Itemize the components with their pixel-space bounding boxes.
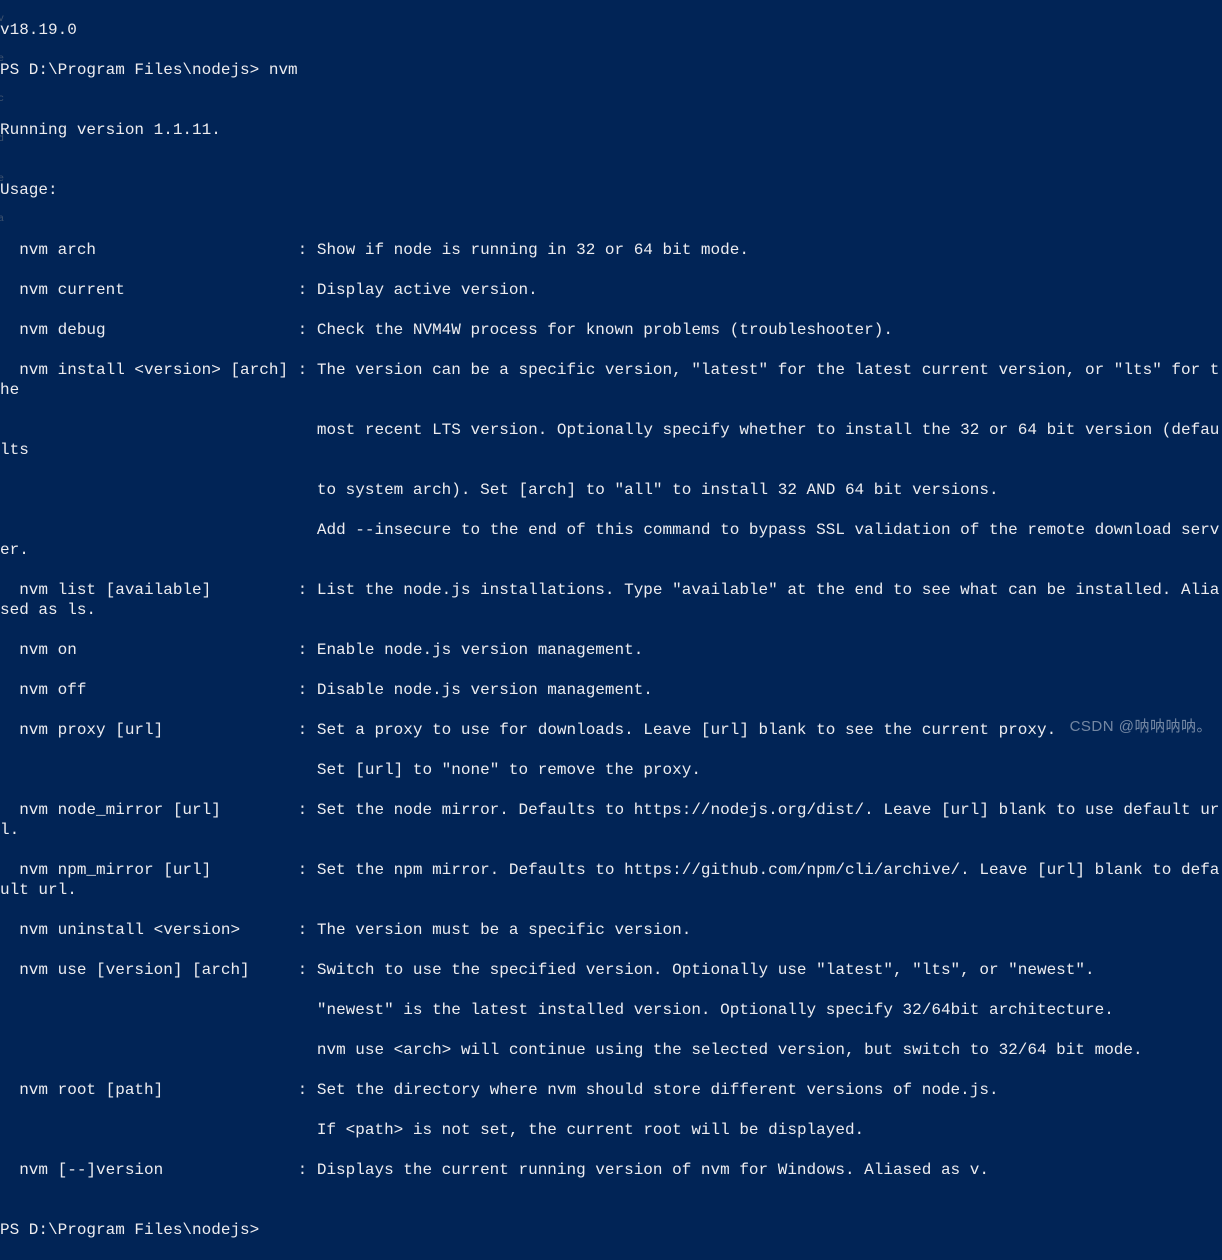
terminal-line: nvm uninstall <version> : The version mu… bbox=[0, 920, 1222, 940]
terminal-line: nvm list [available] : List the node.js … bbox=[0, 580, 1222, 620]
terminal-line: nvm off : Disable node.js version manage… bbox=[0, 680, 1222, 700]
terminal-line: Add --insecure to the end of this comman… bbox=[0, 520, 1222, 560]
terminal-line: most recent LTS version. Optionally spec… bbox=[0, 420, 1222, 460]
terminal-line: PS D:\Program Files\nodejs> nvm bbox=[0, 60, 1222, 80]
terminal-line: v18.19.0 bbox=[0, 20, 1222, 40]
terminal-line: nvm node_mirror [url] : Set the node mir… bbox=[0, 800, 1222, 840]
terminal-line: nvm on : Enable node.js version manageme… bbox=[0, 640, 1222, 660]
terminal-line: nvm [--]version : Displays the current r… bbox=[0, 1160, 1222, 1180]
terminal-line: nvm arch : Show if node is running in 32… bbox=[0, 240, 1222, 260]
terminal-line: nvm npm_mirror [url] : Set the npm mirro… bbox=[0, 860, 1222, 900]
terminal-prompt-line: PS D:\Program Files\nodejs> bbox=[0, 1220, 1222, 1240]
terminal-line: nvm use [version] [arch] : Switch to use… bbox=[0, 960, 1222, 980]
terminal-line: nvm debug : Check the NVM4W process for … bbox=[0, 320, 1222, 340]
terminal-line: nvm current : Display active version. bbox=[0, 280, 1222, 300]
terminal-line: to system arch). Set [arch] to "all" to … bbox=[0, 480, 1222, 500]
terminal-line: nvm install <version> [arch] : The versi… bbox=[0, 360, 1222, 400]
terminal-line: nvm proxy [url] : Set a proxy to use for… bbox=[0, 720, 1222, 740]
terminal-line: nvm use <arch> will continue using the s… bbox=[0, 1040, 1222, 1060]
powershell-terminal[interactable]: v18.19.0 PS D:\Program Files\nodejs> nvm… bbox=[0, 0, 1222, 1260]
terminal-line: If <path> is not set, the current root w… bbox=[0, 1120, 1222, 1140]
terminal-line: nvm root [path] : Set the directory wher… bbox=[0, 1080, 1222, 1100]
terminal-line: "newest" is the latest installed version… bbox=[0, 1000, 1222, 1020]
csdn-watermark: CSDN @呐呐呐呐。 bbox=[1070, 717, 1212, 737]
terminal-line: Set [url] to "none" to remove the proxy. bbox=[0, 760, 1222, 780]
terminal-line: Running version 1.1.11. bbox=[0, 120, 1222, 140]
terminal-line: Usage: bbox=[0, 180, 1222, 200]
